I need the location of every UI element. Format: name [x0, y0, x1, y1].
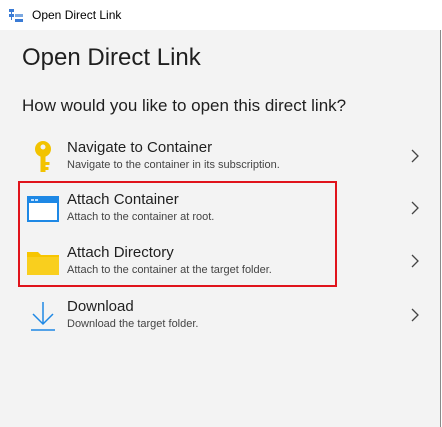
- option-description: Download the target folder.: [67, 318, 199, 330]
- option-download[interactable]: Download Download the target folder.: [18, 295, 428, 341]
- dialog-window: Open Direct Link Open Direct Link How wo…: [0, 0, 441, 427]
- option-label: Navigate to Container: [67, 139, 213, 156]
- dialog-question: How would you like to open this direct l…: [22, 96, 347, 115]
- option-description: Navigate to the container in its subscri…: [67, 159, 280, 171]
- chevron-right-icon: [411, 308, 419, 322]
- window-title: Open Direct Link: [32, 8, 122, 22]
- dialog-heading: Open Direct Link: [22, 44, 201, 71]
- highlight-box: [18, 181, 337, 287]
- key-icon: [35, 141, 51, 172]
- option-label: Download: [67, 298, 134, 315]
- download-icon: [31, 302, 55, 331]
- chevron-right-icon: [411, 254, 419, 268]
- dialog-content: Open Direct Link How would you like to o…: [0, 30, 440, 427]
- chevron-right-icon: [411, 201, 419, 215]
- storage-explorer-icon: [9, 9, 23, 22]
- option-navigate-to-container[interactable]: Navigate to Container Navigate to the co…: [18, 136, 428, 182]
- chevron-right-icon: [411, 149, 419, 163]
- title-bar: Open Direct Link: [0, 0, 441, 30]
